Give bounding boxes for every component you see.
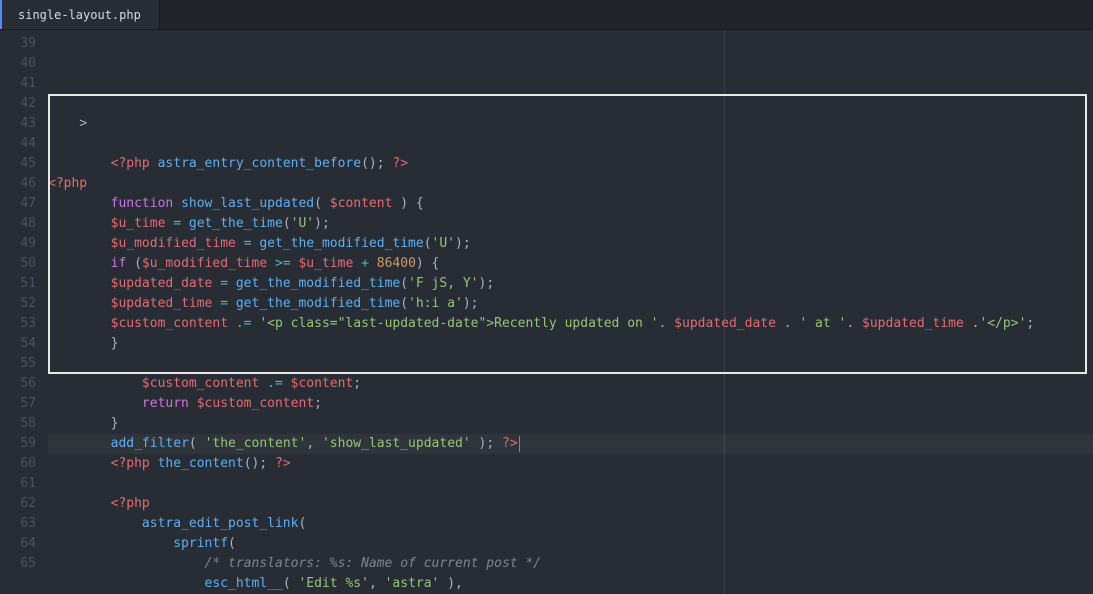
- code-line[interactable]: function show_last_updated( $content ) {: [48, 194, 1093, 214]
- line-number: 53: [0, 314, 36, 334]
- code-line[interactable]: >: [48, 114, 1093, 134]
- code-editor: single-layout.php 3940414243444546474849…: [0, 0, 1093, 594]
- line-number: 44: [0, 134, 36, 154]
- code-area[interactable]: 3940414243444546474849505152535455565758…: [0, 30, 1093, 594]
- tab-bar: single-layout.php: [0, 0, 1093, 30]
- line-number: 58: [0, 414, 36, 434]
- code-line[interactable]: $u_time = get_the_time('U');: [48, 214, 1093, 234]
- code-line[interactable]: <?php: [48, 494, 1093, 514]
- line-number: 57: [0, 394, 36, 414]
- line-number: 59: [0, 434, 36, 454]
- code-line[interactable]: if ($u_modified_time >= $u_time + 86400)…: [48, 254, 1093, 274]
- line-number: 40: [0, 54, 36, 74]
- line-number: 56: [0, 374, 36, 394]
- line-number: 45: [0, 154, 36, 174]
- code-line[interactable]: <?php the_content(); ?>: [48, 454, 1093, 474]
- line-number: 42: [0, 94, 36, 114]
- line-number: 61: [0, 474, 36, 494]
- line-number: 51: [0, 274, 36, 294]
- code-line[interactable]: add_filter( 'the_content', 'show_last_up…: [48, 434, 1093, 454]
- line-number: 43: [0, 114, 36, 134]
- code-line[interactable]: /* translators: %s: Name of current post…: [48, 554, 1093, 574]
- line-number: 39: [0, 34, 36, 54]
- line-number: 55: [0, 354, 36, 374]
- code-line[interactable]: }: [48, 334, 1093, 354]
- code-line[interactable]: $custom_content .= '<p class="last-updat…: [48, 314, 1093, 334]
- line-number: 50: [0, 254, 36, 274]
- code-line[interactable]: [48, 134, 1093, 154]
- code-content[interactable]: > <?php astra_entry_content_before(); ?>…: [48, 30, 1093, 594]
- line-number: 41: [0, 74, 36, 94]
- code-line[interactable]: <?php astra_entry_content_before(); ?>: [48, 154, 1093, 174]
- line-number: 48: [0, 214, 36, 234]
- code-line[interactable]: sprintf(: [48, 534, 1093, 554]
- line-number: 60: [0, 454, 36, 474]
- line-number: 47: [0, 194, 36, 214]
- text-cursor: [519, 436, 520, 452]
- code-line[interactable]: [48, 354, 1093, 374]
- code-line[interactable]: [48, 474, 1093, 494]
- code-line[interactable]: esc_html__( 'Edit %s', 'astra' ),: [48, 574, 1093, 594]
- line-number-gutter: 3940414243444546474849505152535455565758…: [0, 30, 48, 594]
- line-number: 54: [0, 334, 36, 354]
- code-line[interactable]: $custom_content .= $content;: [48, 374, 1093, 394]
- code-line[interactable]: $u_modified_time = get_the_modified_time…: [48, 234, 1093, 254]
- code-line[interactable]: astra_edit_post_link(: [48, 514, 1093, 534]
- line-number: 49: [0, 234, 36, 254]
- line-number: 65: [0, 554, 36, 574]
- line-number: 52: [0, 294, 36, 314]
- line-number: 62: [0, 494, 36, 514]
- file-tab-label: single-layout.php: [18, 8, 141, 22]
- code-line[interactable]: }: [48, 414, 1093, 434]
- code-line[interactable]: $updated_date = get_the_modified_time('F…: [48, 274, 1093, 294]
- code-line[interactable]: <?php: [48, 174, 1093, 194]
- line-number: 64: [0, 534, 36, 554]
- line-number: 63: [0, 514, 36, 534]
- file-tab[interactable]: single-layout.php: [0, 0, 160, 29]
- line-number: 46: [0, 174, 36, 194]
- code-line[interactable]: return $custom_content;: [48, 394, 1093, 414]
- code-line[interactable]: $updated_time = get_the_modified_time('h…: [48, 294, 1093, 314]
